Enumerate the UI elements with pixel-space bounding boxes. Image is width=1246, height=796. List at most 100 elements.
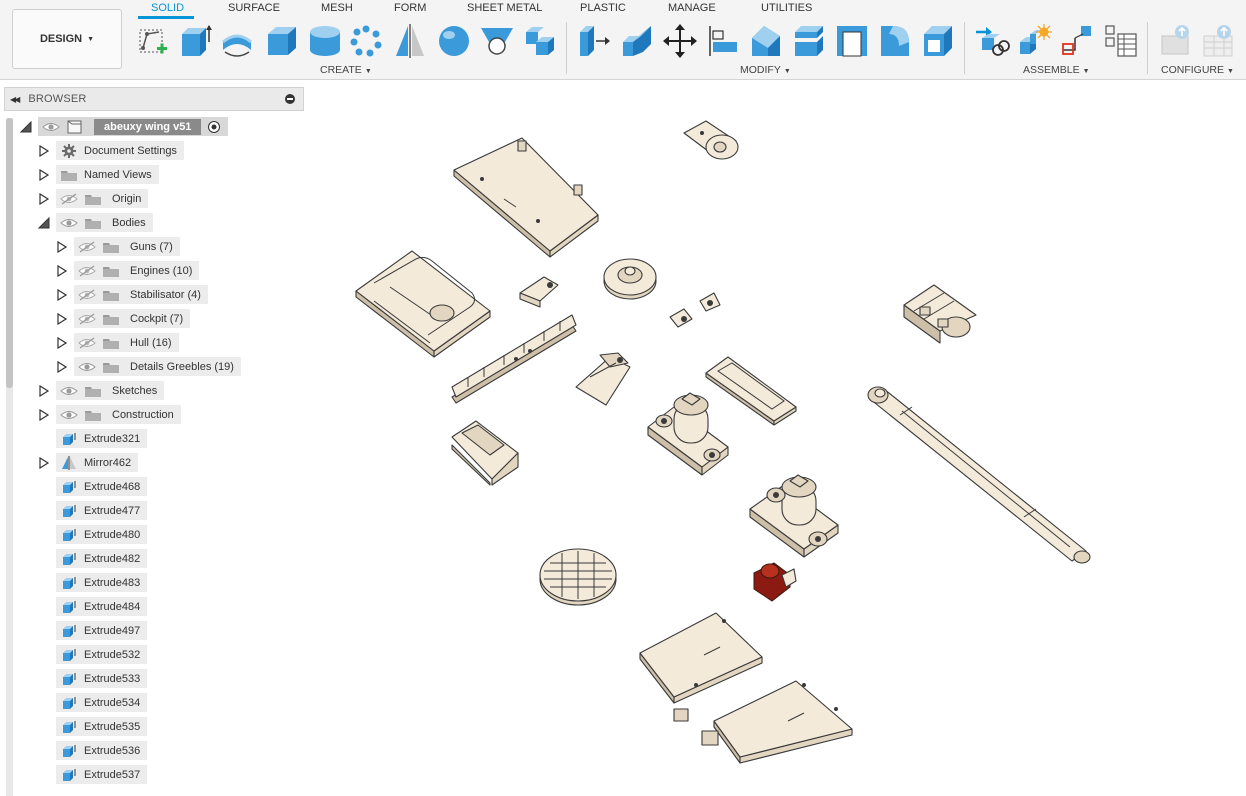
tab-sheet-metal[interactable]: SHEET METAL [467, 2, 542, 18]
browser-node-chip[interactable]: Extrude534 [56, 693, 148, 712]
configure-icon[interactable] [1158, 22, 1194, 60]
selected-body-part[interactable] [753, 562, 797, 602]
hinge-bracket-part[interactable] [683, 120, 739, 160]
draft-icon[interactable] [920, 22, 956, 60]
browser-node-chip[interactable]: Extrude477 [56, 501, 148, 520]
browser-node-chip[interactable]: Extrude535 [56, 717, 148, 736]
browser-node-extrude483[interactable]: Extrude483 [0, 573, 304, 593]
browser-node-extrude468[interactable]: Extrude468 [0, 477, 304, 497]
wing-flap-part-a[interactable] [639, 612, 763, 722]
pattern-icon[interactable] [348, 22, 384, 60]
browser-node-chip[interactable]: Origin [56, 189, 149, 208]
browser-node-chip[interactable]: Construction [56, 405, 181, 424]
engine-mount-part-b[interactable] [749, 474, 839, 558]
collapsed-toggle-icon[interactable] [38, 408, 50, 422]
tab-mesh[interactable]: MESH [321, 2, 353, 18]
browser-node-construction[interactable]: Construction [0, 405, 304, 425]
browser-node-chip[interactable]: Extrude536 [56, 741, 148, 760]
eye-hidden-icon[interactable] [78, 264, 96, 278]
browser-node-document-settings[interactable]: Document Settings [0, 141, 304, 161]
browser-node-named-views[interactable]: Named Views [0, 165, 304, 185]
housing-block-part[interactable] [451, 420, 519, 486]
browser-node-extrude477[interactable]: Extrude477 [0, 501, 304, 521]
shell-icon[interactable] [834, 22, 870, 60]
browser-node-chip[interactable]: Stabilisator (4) [74, 285, 208, 304]
small-clip-part-b[interactable] [699, 292, 721, 312]
browser-node-extrude536[interactable]: Extrude536 [0, 741, 304, 761]
browser-node-extrude532[interactable]: Extrude532 [0, 645, 304, 665]
browser-node-extrude534[interactable]: Extrude534 [0, 693, 304, 713]
browser-node-chip[interactable]: Cockpit (7) [74, 309, 191, 328]
browser-node-extrude497[interactable]: Extrude497 [0, 621, 304, 641]
browser-node-engines[interactable]: Engines (10) [0, 261, 304, 281]
browser-node-mirror462[interactable]: Mirror462 [0, 453, 304, 473]
move-copy-icon[interactable] [662, 22, 698, 60]
table-icon[interactable] [1102, 22, 1138, 60]
expand-toggle-icon[interactable] [37, 216, 50, 229]
eye-icon[interactable] [60, 216, 78, 230]
collapsed-toggle-icon[interactable] [56, 264, 68, 278]
cover-plate-part[interactable] [705, 356, 797, 426]
browser-node-chip[interactable]: Extrude532 [56, 645, 148, 664]
assemble-menu[interactable]: ASSEMBLE ▼ [1023, 64, 1090, 76]
press-pull-icon[interactable] [576, 22, 612, 60]
extrude-icon[interactable] [176, 22, 212, 60]
eye-hidden-icon[interactable] [78, 336, 96, 350]
activate-radio-icon[interactable] [207, 120, 221, 134]
tab-plastic[interactable]: PLASTIC [580, 2, 626, 18]
browser-node-bodies[interactable]: Bodies [0, 213, 304, 233]
browser-node-stabilisator[interactable]: Stabilisator (4) [0, 285, 304, 305]
eye-hidden-icon[interactable] [78, 312, 96, 326]
hinge-block-part[interactable] [903, 284, 977, 344]
collapsed-toggle-icon[interactable] [38, 144, 50, 158]
browser-node-sketches[interactable]: Sketches [0, 381, 304, 401]
revolve-icon[interactable] [219, 22, 255, 60]
cylinder-icon[interactable] [307, 22, 343, 60]
tab-utilities[interactable]: UTILITIES [761, 2, 812, 18]
browser-node-chip[interactable]: Named Views [56, 165, 159, 184]
browser-node-extrude484[interactable]: Extrude484 [0, 597, 304, 617]
browser-node-extrude480[interactable]: Extrude480 [0, 525, 304, 545]
browser-node-chip[interactable]: Extrude537 [56, 765, 148, 784]
browser-node-extrude535[interactable]: Extrude535 [0, 717, 304, 737]
browser-node-chip[interactable]: Engines (10) [74, 261, 200, 280]
expand-toggle-icon[interactable] [19, 120, 32, 133]
browser-node-extrude533[interactable]: Extrude533 [0, 669, 304, 689]
collapsed-toggle-icon[interactable] [56, 288, 68, 302]
browser-node-chip[interactable]: Mirror462 [56, 453, 139, 472]
as-built-joint-icon[interactable] [1059, 22, 1095, 60]
small-clip-part-a[interactable] [669, 308, 693, 328]
browser-node-origin[interactable]: Origin [0, 189, 304, 209]
collapsed-toggle-icon[interactable] [56, 312, 68, 326]
tab-surface[interactable]: SURFACE [228, 2, 280, 18]
browser-node-details-greebles[interactable]: Details Greebles (19) [0, 357, 304, 377]
engine-mount-part-a[interactable] [647, 392, 729, 476]
turret-disc-part[interactable] [603, 258, 657, 300]
create-menu[interactable]: CREATE ▼ [320, 64, 372, 76]
browser-node-cockpit[interactable]: Cockpit (7) [0, 309, 304, 329]
collapsed-toggle-icon[interactable] [56, 240, 68, 254]
collapse-panel-icon[interactable]: ◀◀ [10, 95, 20, 104]
pylon-part[interactable] [575, 352, 631, 406]
browser-node-chip[interactable]: Guns (7) [74, 237, 180, 256]
browser-node-extrude321[interactable]: Extrude321 [0, 429, 304, 449]
collapsed-toggle-icon[interactable] [38, 192, 50, 206]
model-canvas[interactable]: .p { fill: #f3ead9; stroke: #3a3a3a; str… [304, 81, 1246, 796]
joint-icon[interactable] [1016, 22, 1052, 60]
browser-node-extrude537[interactable]: Extrude537 [0, 765, 304, 785]
browser-node-chip[interactable]: Extrude484 [56, 597, 148, 616]
browser-node-chip[interactable]: Details Greebles (19) [74, 357, 241, 376]
modify-menu[interactable]: MODIFY ▼ [740, 64, 791, 76]
move-faces-icon[interactable] [619, 22, 655, 60]
sphere-icon[interactable] [436, 22, 472, 60]
align-icon[interactable] [705, 22, 741, 60]
tab-form[interactable]: FORM [394, 2, 426, 18]
eye-icon[interactable] [60, 384, 78, 398]
wing-flap-part-b[interactable] [701, 680, 853, 764]
root-component-node[interactable]: abeuxy wing v51 [38, 117, 229, 136]
box-icon[interactable] [264, 22, 300, 60]
browser-node-extrude482[interactable]: Extrude482 [0, 549, 304, 569]
fillet-icon[interactable] [877, 22, 913, 60]
browser-node-chip[interactable]: Extrude483 [56, 573, 148, 592]
hole-icon[interactable] [479, 22, 515, 60]
